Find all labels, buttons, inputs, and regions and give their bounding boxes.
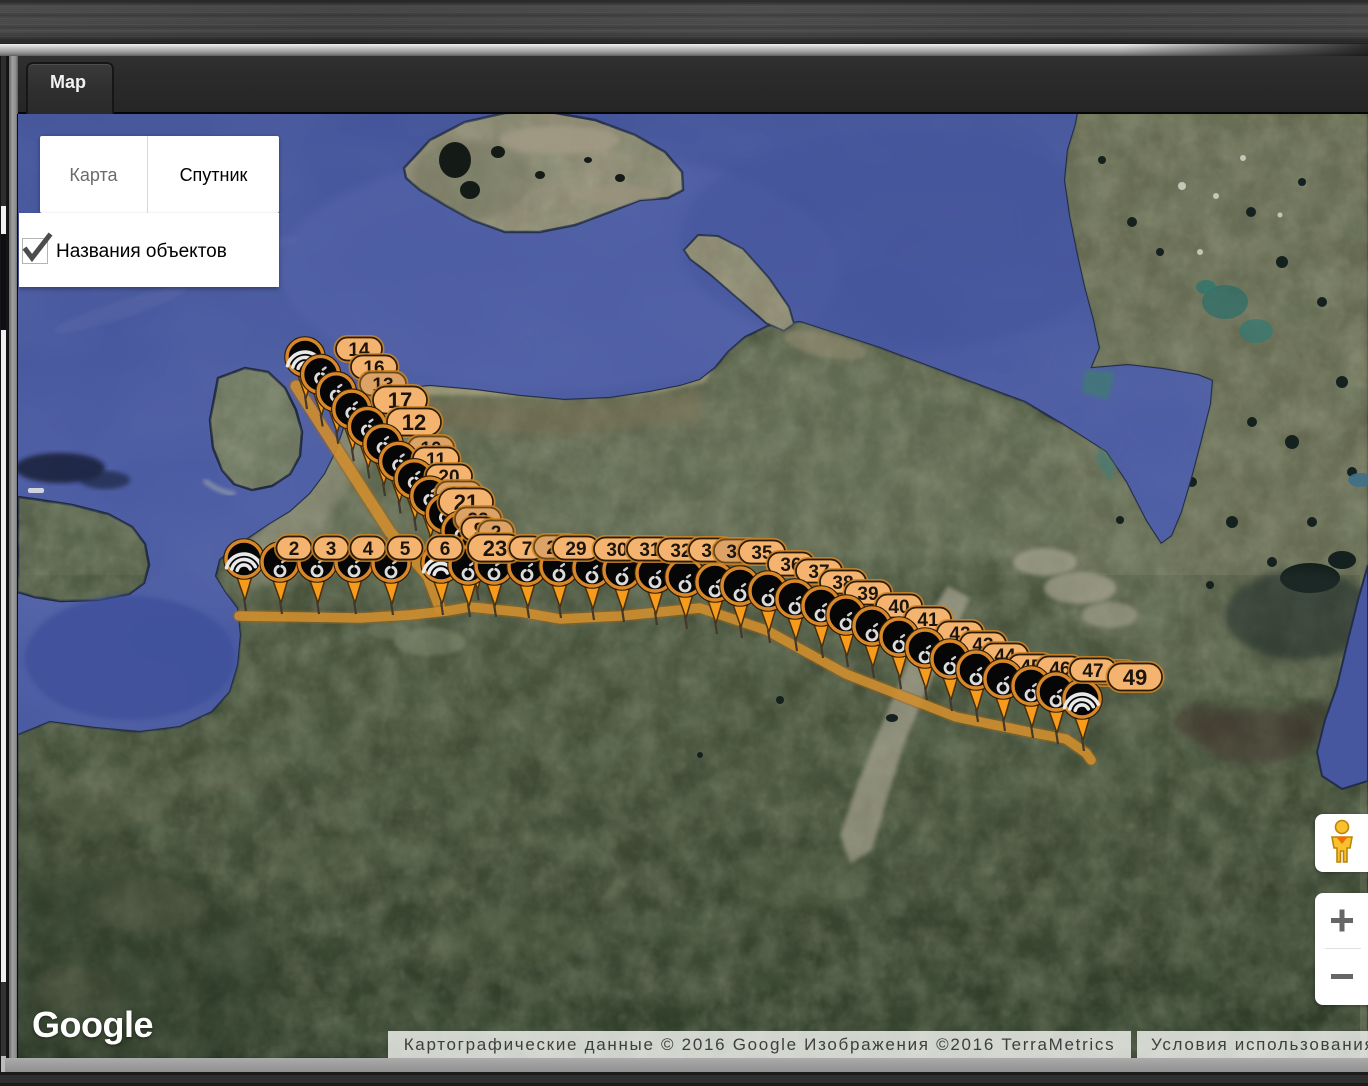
svg-text:30: 30 bbox=[606, 540, 627, 561]
svg-text:4: 4 bbox=[363, 539, 374, 560]
svg-text:23: 23 bbox=[483, 536, 507, 561]
svg-text:6: 6 bbox=[440, 539, 451, 560]
svg-text:5: 5 bbox=[400, 539, 411, 560]
svg-text:29: 29 bbox=[565, 539, 586, 560]
svg-text:12: 12 bbox=[402, 410, 426, 435]
svg-text:47: 47 bbox=[1082, 661, 1103, 682]
svg-text:3: 3 bbox=[326, 539, 337, 560]
svg-text:7: 7 bbox=[522, 539, 533, 560]
svg-text:49: 49 bbox=[1123, 665, 1147, 690]
svg-text:2: 2 bbox=[289, 539, 300, 560]
